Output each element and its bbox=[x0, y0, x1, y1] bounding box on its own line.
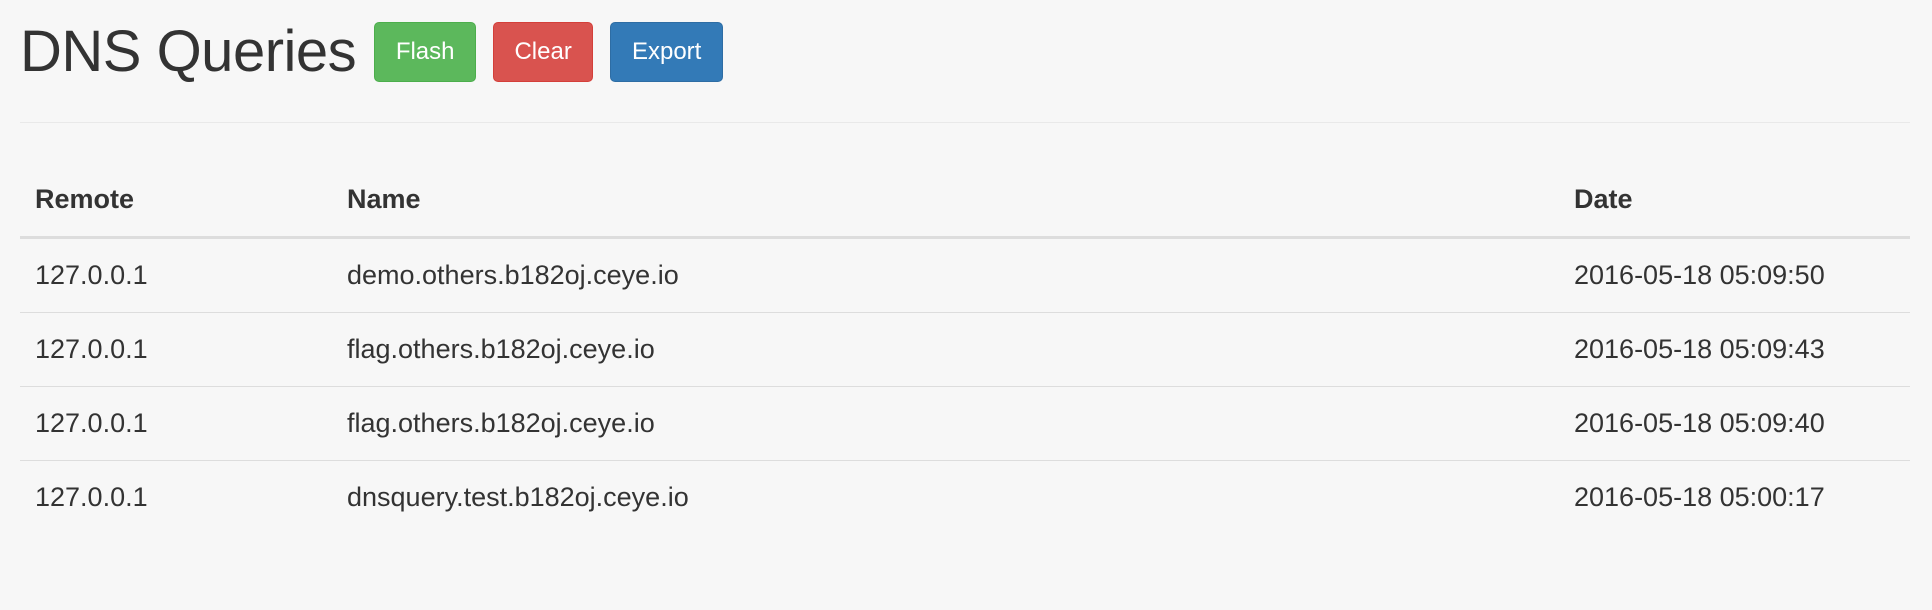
table-row: 127.0.0.1 flag.others.b182oj.ceye.io 201… bbox=[20, 386, 1910, 461]
flash-button[interactable]: Flash bbox=[374, 22, 477, 82]
cell-remote: 127.0.0.1 bbox=[20, 386, 332, 461]
table-row: 127.0.0.1 flag.others.b182oj.ceye.io 201… bbox=[20, 312, 1910, 387]
clear-button[interactable]: Clear bbox=[493, 22, 594, 82]
cell-remote: 127.0.0.1 bbox=[35, 482, 148, 512]
cell-name: flag.others.b182oj.ceye.io bbox=[332, 386, 1559, 461]
export-button[interactable]: Export bbox=[610, 22, 724, 82]
cell-date: 2016-05-18 05:00:17 bbox=[1574, 482, 1825, 512]
cell-remote: 127.0.0.1 bbox=[20, 312, 332, 387]
header: DNS Queries Flash Clear Export bbox=[20, 18, 740, 86]
column-header-date: Date bbox=[1559, 163, 1910, 239]
cell-date: 2016-05-18 05:09:50 bbox=[1559, 237, 1910, 313]
dns-queries-table: Remote Name Date 127.0.0.1 demo.others.b… bbox=[20, 163, 1910, 534]
column-header-remote: Remote bbox=[20, 163, 332, 239]
header-divider bbox=[20, 122, 1910, 123]
cell-name: demo.others.b182oj.ceye.io bbox=[332, 237, 1559, 313]
cell-date: 2016-05-18 05:09:40 bbox=[1559, 386, 1910, 461]
column-header-name: Name bbox=[332, 163, 1559, 239]
page: DNS Queries Flash Clear Export Remote Na… bbox=[0, 0, 1932, 610]
table-header-row: Remote Name Date bbox=[20, 163, 1910, 239]
cell-name: dnsquery.test.b182oj.ceye.io bbox=[347, 482, 689, 512]
cell-remote: 127.0.0.1 bbox=[20, 237, 332, 313]
table-row: 127.0.0.1 demo.others.b182oj.ceye.io 201… bbox=[20, 237, 1910, 313]
page-title: DNS Queries bbox=[20, 19, 357, 84]
table-row: 127.0.0.1 dnsquery.test.b182oj.ceye.io 2… bbox=[20, 461, 1910, 535]
cell-name: flag.others.b182oj.ceye.io bbox=[332, 312, 1559, 387]
cell-date: 2016-05-18 05:09:43 bbox=[1559, 312, 1910, 387]
